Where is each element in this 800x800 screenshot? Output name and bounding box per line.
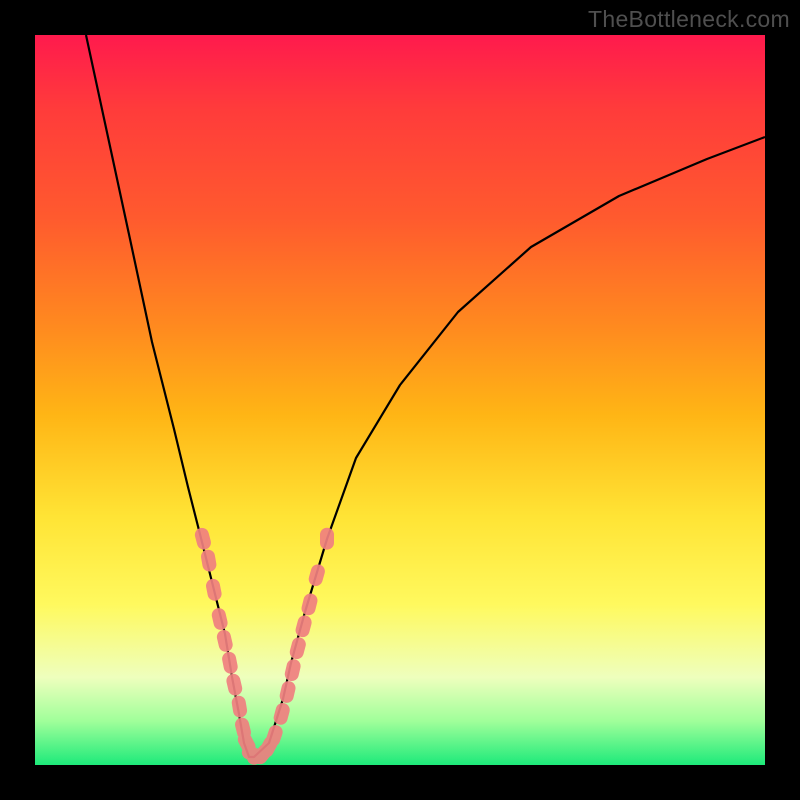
- chart-frame: TheBottleneck.com: [0, 0, 800, 800]
- bottleneck-curve: [35, 35, 765, 765]
- watermark-text: TheBottleneck.com: [588, 6, 790, 33]
